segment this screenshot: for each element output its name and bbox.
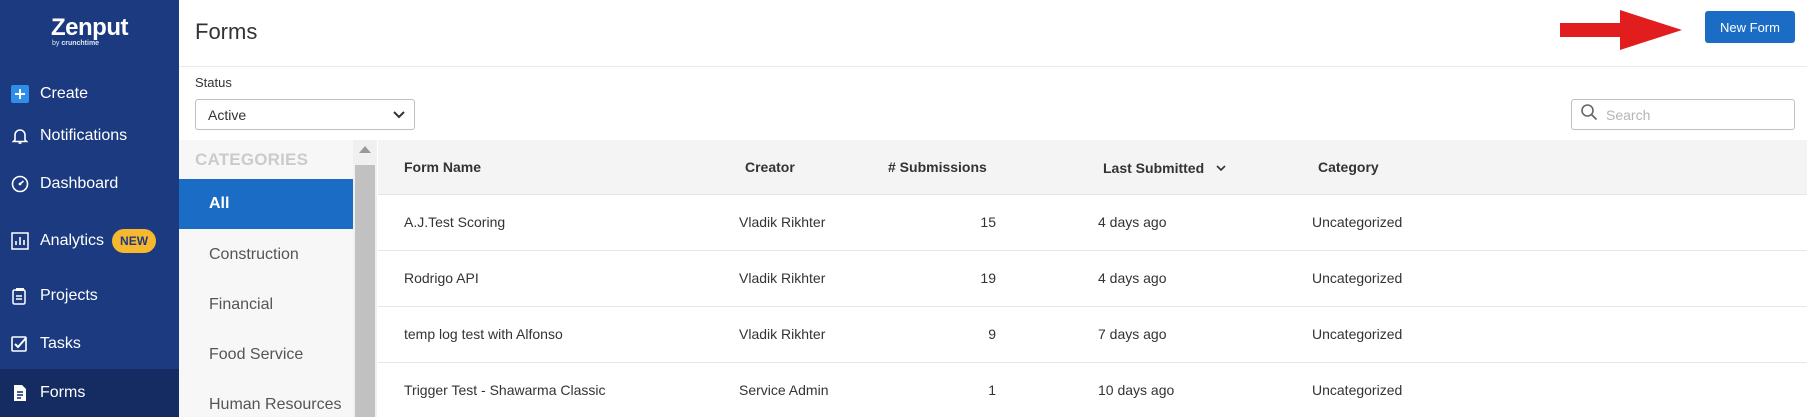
- form-name-cell[interactable]: Rodrigo API: [404, 270, 479, 286]
- form-name-cell[interactable]: Trigger Test - Shawarma Classic: [404, 382, 606, 398]
- submissions-cell: 9: [988, 326, 996, 342]
- sidebar-item-tasks[interactable]: Tasks: [0, 322, 179, 366]
- last-submitted-cell: 10 days ago: [1098, 382, 1175, 398]
- form-name-cell[interactable]: A.J.Test Scoring: [404, 214, 505, 230]
- column-header-form-name[interactable]: Form Name: [404, 159, 481, 175]
- search-icon: [1580, 103, 1598, 126]
- status-select[interactable]: Active: [195, 99, 415, 130]
- sidebar-item-label: Projects: [40, 287, 98, 304]
- submissions-cell: 19: [980, 270, 996, 286]
- column-header-category[interactable]: Category: [1318, 159, 1379, 175]
- sidebar-item-label: Dashboard: [40, 175, 119, 192]
- sidebar-item-notifications[interactable]: Notifications: [0, 114, 179, 158]
- status-selected-value: Active: [208, 106, 247, 123]
- sidebar-item-label: Analytics: [40, 232, 105, 249]
- sidebar-item-dashboard[interactable]: Dashboard: [0, 162, 179, 206]
- sort-chevron-down-icon: [1216, 159, 1226, 175]
- new-badge: NEW: [112, 229, 157, 253]
- red-arrow-icon: [1560, 10, 1682, 55]
- logo-text: Zenput: [51, 14, 128, 41]
- form-name-cell[interactable]: temp log test with Alfonso: [404, 326, 563, 342]
- category-cell: Uncategorized: [1312, 382, 1403, 398]
- divider: [179, 66, 1807, 67]
- clipboard-icon: [10, 286, 30, 306]
- category-item-human-resources[interactable]: Human Resources: [179, 380, 353, 417]
- table-row[interactable]: temp log test with Alfonso Vladik Rikhte…: [378, 307, 1807, 363]
- creator-cell: Vladik Rikhter: [739, 326, 826, 342]
- gauge-icon: [10, 174, 30, 194]
- table-row[interactable]: A.J.Test Scoring Vladik Rikhter 15 4 day…: [378, 195, 1807, 251]
- creator-cell: Vladik Rikhter: [739, 270, 826, 286]
- sidebar-item-create[interactable]: Create: [0, 72, 179, 116]
- plus-square-icon: [10, 84, 30, 104]
- category-item-food-service[interactable]: Food Service: [179, 330, 353, 380]
- sidebar-item-analytics[interactable]: Analytics NEW: [0, 219, 179, 263]
- category-cell: Uncategorized: [1312, 326, 1403, 342]
- table-row[interactable]: Trigger Test - Shawarma Classic Service …: [378, 363, 1807, 417]
- bell-icon: [10, 126, 30, 146]
- zenput-logo[interactable]: Zenput by crunchtime: [0, 14, 179, 47]
- categories-title: CATEGORIES: [195, 150, 309, 169]
- category-cell: Uncategorized: [1312, 214, 1403, 230]
- table-header: Form Name Creator # Submissions Last Sub…: [378, 140, 1807, 195]
- categories-panel: CATEGORIES All Construction Financial Fo…: [179, 140, 353, 417]
- scrollbar-thumb[interactable]: [355, 165, 375, 417]
- checkbox-icon: [10, 334, 30, 354]
- status-label: Status: [195, 75, 232, 90]
- submissions-cell: 1: [988, 382, 996, 398]
- sidebar: Zenput by crunchtime Create Notification…: [0, 0, 179, 417]
- column-header-last-submitted[interactable]: Last Submitted: [1103, 159, 1226, 176]
- new-form-button[interactable]: New Form: [1705, 11, 1795, 43]
- search-box[interactable]: [1571, 99, 1795, 130]
- category-item-all[interactable]: All: [179, 179, 353, 229]
- submissions-cell: 15: [980, 214, 996, 230]
- sidebar-item-label: Create: [40, 85, 89, 102]
- chart-icon: [10, 231, 30, 251]
- categories-scrollbar[interactable]: [353, 140, 377, 417]
- sidebar-item-label: Notifications: [40, 127, 128, 144]
- sidebar-item-forms[interactable]: Forms: [0, 369, 179, 417]
- chevron-down-icon: [392, 108, 406, 125]
- sidebar-item-projects[interactable]: Projects: [0, 274, 179, 318]
- category-cell: Uncategorized: [1312, 270, 1403, 286]
- table-row[interactable]: Rodrigo API Vladik Rikhter 19 4 days ago…: [378, 251, 1807, 307]
- last-submitted-cell: 4 days ago: [1098, 270, 1167, 286]
- sidebar-item-label: Tasks: [40, 335, 81, 352]
- page-title: Forms: [195, 19, 258, 44]
- creator-cell: Service Admin: [739, 382, 829, 398]
- last-submitted-cell: 7 days ago: [1098, 326, 1167, 342]
- category-item-financial[interactable]: Financial: [179, 280, 353, 330]
- last-submitted-cell: 4 days ago: [1098, 214, 1167, 230]
- sidebar-item-label: Forms: [40, 384, 86, 401]
- column-header-label: Last Submitted: [1103, 160, 1205, 176]
- column-header-creator[interactable]: Creator: [745, 159, 795, 175]
- column-header-submissions[interactable]: # Submissions: [888, 159, 987, 175]
- scroll-up-icon[interactable]: [359, 146, 371, 153]
- search-input[interactable]: [1606, 106, 1786, 123]
- document-icon: [10, 383, 30, 403]
- category-item-construction[interactable]: Construction: [179, 230, 353, 280]
- creator-cell: Vladik Rikhter: [739, 214, 826, 230]
